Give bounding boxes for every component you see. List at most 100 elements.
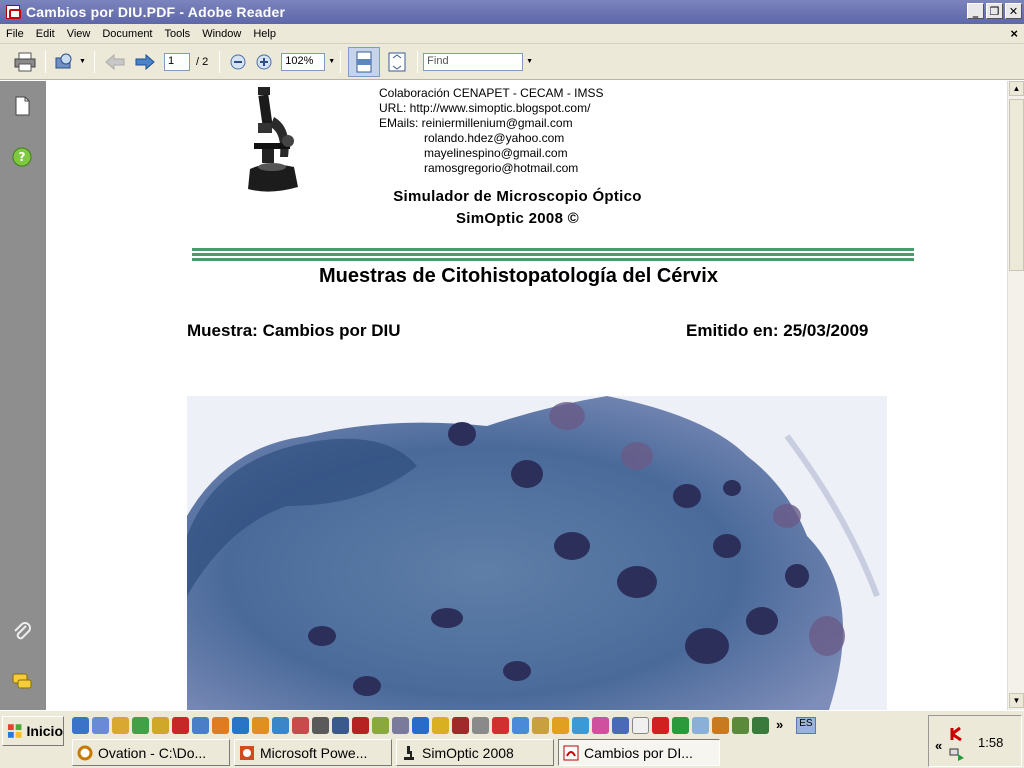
simulator-version: SimOptic 2008 © bbox=[455, 210, 580, 227]
opera-icon[interactable] bbox=[352, 717, 369, 734]
language-indicator[interactable]: ES bbox=[796, 717, 816, 734]
attachment-icon[interactable] bbox=[11, 621, 33, 643]
app-icon[interactable] bbox=[632, 717, 649, 734]
taskbar-button-powerpoint[interactable]: Microsoft Powe... bbox=[234, 739, 392, 766]
menu-help[interactable]: Help bbox=[247, 28, 282, 40]
close-button[interactable]: ✕ bbox=[1005, 3, 1022, 19]
app-icon[interactable] bbox=[652, 717, 669, 734]
toolbar-separator bbox=[45, 50, 46, 73]
zoom-dropdown-icon[interactable]: ▼ bbox=[328, 58, 335, 65]
clock[interactable]: 1:58 bbox=[978, 735, 1003, 750]
email-text: mayelinespino@gmail.com bbox=[424, 146, 568, 160]
app-icon[interactable] bbox=[392, 717, 409, 734]
zoom-in-button[interactable] bbox=[253, 49, 275, 75]
toolbar-separator bbox=[417, 50, 419, 73]
app-icon[interactable] bbox=[452, 717, 469, 734]
document-close-button[interactable]: × bbox=[1010, 26, 1018, 41]
start-button[interactable]: Inicio bbox=[2, 716, 64, 746]
fit-width-button[interactable] bbox=[348, 46, 381, 77]
app-icon[interactable] bbox=[512, 717, 529, 734]
toolbar-separator bbox=[340, 50, 342, 73]
fit-page-button[interactable] bbox=[384, 49, 410, 75]
app-icon[interactable] bbox=[272, 717, 289, 734]
quick-launch-chevron[interactable]: » bbox=[776, 717, 783, 734]
app-icon[interactable] bbox=[432, 717, 449, 734]
app-icon[interactable] bbox=[712, 717, 729, 734]
chevron-down-icon[interactable]: ▼ bbox=[79, 58, 86, 65]
find-input[interactable]: Find bbox=[423, 52, 524, 71]
firefox-icon[interactable] bbox=[212, 717, 229, 734]
app-icon[interactable] bbox=[552, 717, 569, 734]
zoom-out-icon bbox=[230, 54, 246, 69]
scroll-down-button[interactable]: ▼ bbox=[1009, 693, 1024, 708]
svg-text:?: ? bbox=[19, 150, 26, 164]
app-icon[interactable] bbox=[612, 717, 629, 734]
zoom-level-input[interactable]: 102% bbox=[281, 52, 326, 71]
comments-icon[interactable] bbox=[11, 671, 33, 693]
title-bar[interactable]: Cambios por DIU.PDF - Adobe Reader _ ❐ ✕ bbox=[0, 0, 1024, 24]
vertical-scrollbar[interactable]: ▲ ▼ bbox=[1007, 81, 1024, 710]
app-icon[interactable] bbox=[372, 717, 389, 734]
previous-page-button[interactable] bbox=[102, 49, 128, 75]
app-icon[interactable] bbox=[132, 717, 149, 734]
tool-icon[interactable] bbox=[112, 717, 129, 734]
pages-icon[interactable] bbox=[11, 95, 33, 117]
menu-tools[interactable]: Tools bbox=[159, 28, 197, 40]
find-dropdown-icon[interactable]: ▼ bbox=[526, 58, 533, 65]
app-icon[interactable] bbox=[752, 717, 769, 734]
scroll-up-button[interactable]: ▲ bbox=[1009, 81, 1024, 96]
app-icon[interactable] bbox=[192, 717, 209, 734]
desktop-icon[interactable] bbox=[92, 717, 109, 734]
minimize-button[interactable]: _ bbox=[967, 3, 984, 19]
document-view[interactable]: Colaboración CENAPET - CECAM - IMSS URL:… bbox=[46, 81, 1007, 710]
app-icon[interactable] bbox=[572, 717, 589, 734]
taskbar-button-ovation[interactable]: Ovation - C:\Do... bbox=[72, 739, 230, 766]
page-number-input[interactable]: 1 bbox=[164, 52, 190, 71]
app-icon[interactable] bbox=[692, 717, 709, 734]
menu-document[interactable]: Document bbox=[96, 28, 158, 40]
app-icon[interactable] bbox=[732, 717, 749, 734]
taskbar-button-adobe-reader[interactable]: Cambios por DI... bbox=[558, 739, 720, 766]
window-title: Cambios por DIU.PDF - Adobe Reader bbox=[26, 4, 286, 20]
save-copy-button[interactable]: ▼ bbox=[53, 49, 87, 75]
monitor-icon[interactable] bbox=[332, 717, 349, 734]
restore-button[interactable]: ❐ bbox=[986, 3, 1003, 19]
app-icon[interactable] bbox=[592, 717, 609, 734]
zoom-out-button[interactable] bbox=[227, 49, 249, 75]
app-icon[interactable] bbox=[532, 717, 549, 734]
tray-expand-button[interactable]: « bbox=[935, 738, 942, 753]
menu-edit[interactable]: Edit bbox=[30, 28, 61, 40]
print-button[interactable] bbox=[12, 49, 38, 75]
navigation-panel: ? bbox=[0, 81, 46, 710]
app-icon[interactable] bbox=[172, 717, 189, 734]
fit-page-icon bbox=[388, 52, 406, 71]
app-icon[interactable] bbox=[152, 717, 169, 734]
page-total: / 2 bbox=[196, 55, 209, 68]
cytology-micrograph bbox=[187, 396, 887, 710]
ie-icon[interactable] bbox=[232, 717, 249, 734]
app-icon[interactable] bbox=[292, 717, 309, 734]
windows-logo-icon bbox=[7, 724, 22, 738]
ie-icon[interactable] bbox=[72, 717, 89, 734]
network-icon[interactable] bbox=[949, 746, 965, 762]
simulator-title: Simulador de Microscopio Óptico bbox=[393, 188, 642, 205]
toolbar-separator bbox=[94, 50, 95, 73]
quick-launch: » ES bbox=[72, 717, 816, 734]
menu-window[interactable]: Window bbox=[196, 28, 247, 40]
scroll-thumb[interactable] bbox=[1009, 99, 1024, 271]
app-icon[interactable] bbox=[472, 717, 489, 734]
taskbar-button-simoptic[interactable]: SimOptic 2008 bbox=[396, 739, 554, 766]
app-icon[interactable] bbox=[412, 717, 429, 734]
app-icon[interactable] bbox=[312, 717, 329, 734]
task-label: Cambios por DI... bbox=[584, 744, 693, 761]
app-icon[interactable] bbox=[252, 717, 269, 734]
menu-file[interactable]: File bbox=[0, 28, 30, 40]
kaspersky-icon[interactable] bbox=[949, 726, 965, 742]
collaboration-text: Colaboración CENAPET - CECAM - IMSS bbox=[379, 86, 604, 100]
app-icon[interactable] bbox=[492, 717, 509, 734]
app-icon[interactable] bbox=[672, 717, 689, 734]
menu-view[interactable]: View bbox=[61, 28, 97, 40]
next-page-button[interactable] bbox=[132, 49, 158, 75]
help-icon[interactable]: ? bbox=[11, 146, 33, 168]
toolbar: ▼ 1 / 2 102% ▼ Find ▼ bbox=[0, 44, 1024, 80]
